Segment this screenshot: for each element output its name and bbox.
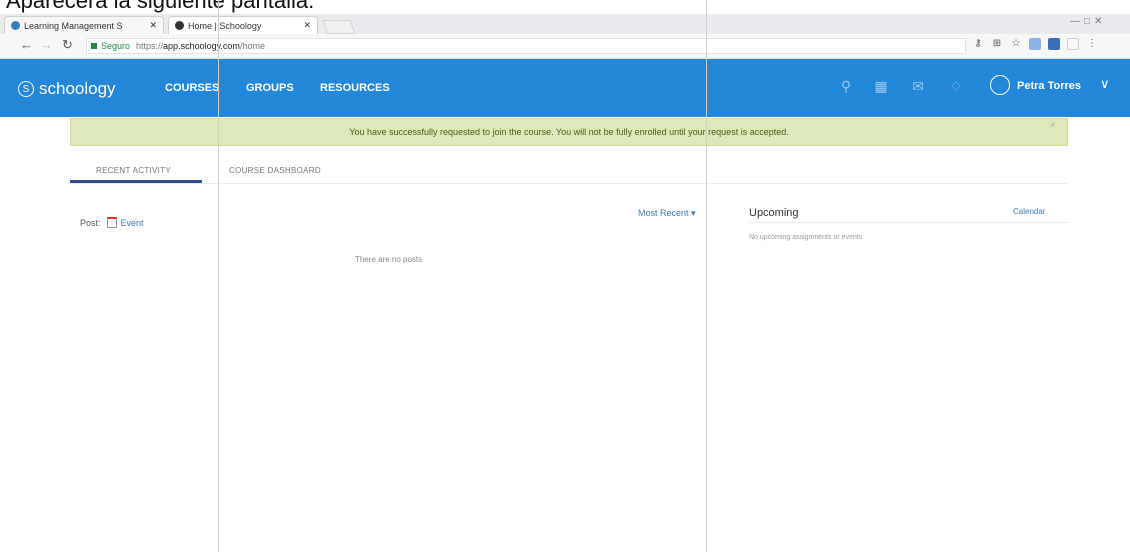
browser-tab-lms[interactable]: Learning Management S ✕ — [4, 16, 164, 34]
empty-feed-message: There are no posts — [355, 255, 423, 264]
brand-name: schoology — [39, 79, 116, 98]
active-tab-indicator — [70, 180, 202, 183]
sort-dropdown[interactable]: Most Recent ▾ — [638, 208, 696, 219]
extension-icon[interactable] — [1048, 38, 1060, 50]
nav-groups[interactable]: GROUPS — [246, 82, 294, 94]
star-icon[interactable]: ☆ — [1010, 38, 1022, 50]
upcoming-title: Upcoming — [749, 207, 799, 219]
fold-line — [218, 0, 219, 552]
extension-icon[interactable] — [1029, 38, 1041, 50]
nav-resources[interactable]: RESOURCES — [320, 82, 390, 94]
url-scheme: https:// — [136, 41, 164, 51]
notifications-icon[interactable]: ♢ — [948, 78, 964, 94]
secure-label: Seguro — [101, 41, 131, 51]
translate-icon[interactable]: ⊞ — [991, 38, 1003, 50]
back-arrow-icon[interactable]: ← — [20, 37, 33, 52]
messages-icon[interactable]: ✉ — [910, 78, 926, 94]
schoology-s-icon: S — [18, 81, 34, 97]
schoology-favicon-icon — [175, 21, 184, 30]
browser-tab-home[interactable]: Home | Schoology ✕ — [168, 16, 318, 34]
nav-courses[interactable]: COURSES — [165, 82, 219, 94]
new-tab-button[interactable] — [322, 20, 356, 34]
caption: Aparecerá la siguiente pantalla: — [6, 0, 315, 13]
search-icon[interactable]: ⚲ — [838, 78, 854, 94]
menu-icon[interactable]: ⋮ — [1086, 38, 1098, 50]
enrollment-alert: You have successfully requested to join … — [70, 118, 1068, 146]
fold-line — [706, 0, 707, 552]
post-event-link[interactable]: Event — [121, 218, 144, 228]
close-icon[interactable]: × — [1050, 120, 1055, 130]
calendar-link[interactable]: Calendar — [1013, 207, 1045, 216]
schoology-logo[interactable]: S schoology — [18, 79, 116, 99]
forward-arrow-icon[interactable]: → — [40, 37, 53, 52]
chevron-down-icon[interactable]: ∨ — [1100, 76, 1110, 92]
tab-recent-activity[interactable]: RECENT ACTIVITY — [96, 166, 171, 175]
upcoming-divider — [749, 222, 1069, 223]
window-controls[interactable]: —□✕ — [1070, 16, 1106, 27]
event-icon — [106, 217, 117, 228]
url-host: app.schoology.com — [163, 41, 240, 51]
url-path: /home — [239, 41, 265, 51]
close-tab-icon[interactable]: ✕ — [303, 20, 311, 31]
schoology-favicon-icon — [11, 21, 20, 30]
browser-tab-title: Learning Management S — [24, 20, 123, 31]
empty-upcoming-message: No upcoming assignments or events — [749, 234, 863, 241]
calendar-icon[interactable]: ▦ — [873, 78, 889, 94]
lock-icon — [91, 43, 97, 49]
key-icon[interactable]: ⚷ — [972, 38, 984, 50]
browser-tab-title: Home | Schoology — [188, 20, 262, 31]
extension-icon[interactable] — [1067, 38, 1079, 50]
tab-divider — [70, 183, 1068, 184]
post-bar: Post: Event — [80, 217, 144, 228]
close-tab-icon[interactable]: ✕ — [149, 20, 157, 31]
extension-area: ⚷ ⊞ ☆ ⋮ — [972, 38, 1098, 50]
reload-icon[interactable]: ↻ — [62, 37, 73, 53]
user-name[interactable]: Petra Torres — [1017, 80, 1081, 92]
avatar[interactable] — [990, 75, 1010, 95]
tab-course-dashboard[interactable]: COURSE DASHBOARD — [229, 166, 321, 175]
post-label: Post: — [80, 217, 101, 228]
